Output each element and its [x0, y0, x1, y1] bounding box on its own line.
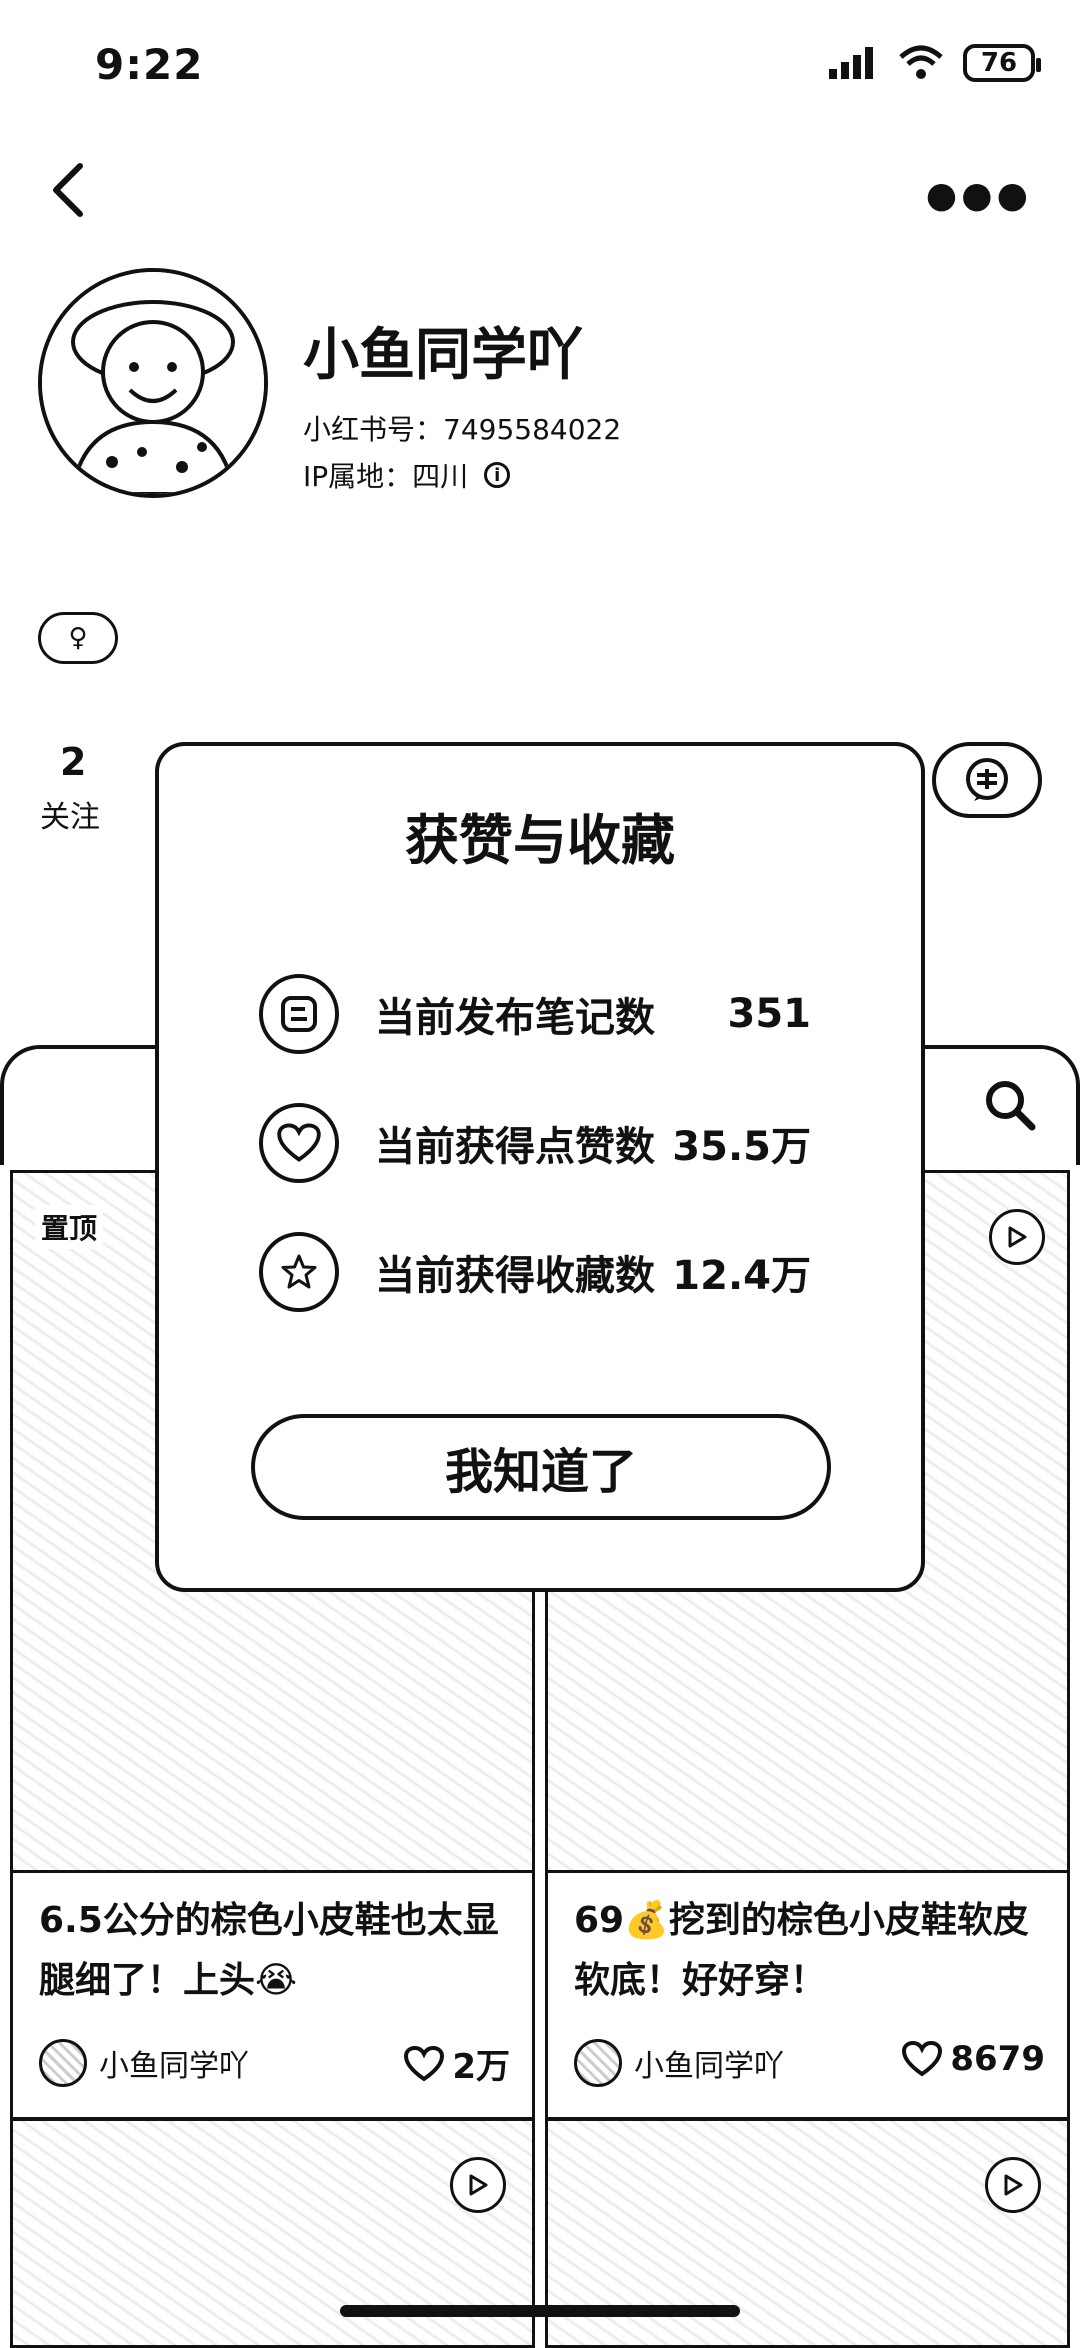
star-icon — [259, 1232, 339, 1312]
wifi-icon — [899, 45, 943, 79]
stat-label: 当前获得收藏数 — [375, 1253, 655, 1299]
heart-icon — [902, 2041, 943, 2077]
author-avatar — [574, 2039, 622, 2087]
pinned-tag: 置顶 — [35, 1205, 104, 1249]
note-icon — [259, 974, 339, 1054]
status-icons: 76 — [827, 44, 1041, 82]
stat-value: 351 — [727, 991, 812, 1037]
like-count: 8679 — [950, 2039, 1045, 2079]
stat-value: 35.5万 — [672, 1124, 811, 1170]
dialog-title: 获赞与收藏 — [405, 809, 675, 872]
like-count: 2万 — [452, 2047, 510, 2087]
status-time: 9:22 — [95, 40, 204, 89]
stat-value: 12.4万 — [672, 1253, 811, 1299]
following-count[interactable]: 2 — [60, 740, 86, 784]
battery-level: 76 — [980, 48, 1018, 78]
author-name: 小鱼同学吖 — [634, 2049, 784, 2084]
info-icon[interactable]: i — [484, 462, 511, 488]
author-avatar — [39, 2039, 87, 2087]
author-name: 小鱼同学吖 — [99, 2049, 249, 2084]
nickname: 小鱼同学吖 — [303, 323, 583, 388]
video-play-icon — [989, 1209, 1045, 1265]
gender-tag: ♀ — [38, 612, 118, 664]
battery-icon: 76 — [963, 44, 1041, 82]
like-button[interactable]: 2万 — [404, 2039, 510, 2088]
home-indicator[interactable] — [340, 2305, 740, 2317]
ip-label: IP属地：四川 — [303, 460, 469, 493]
note-author[interactable]: 小鱼同学吖 — [39, 2039, 249, 2087]
heart-icon — [404, 2045, 445, 2081]
stat-collections: 当前获得收藏数 12.4万 — [259, 1232, 811, 1312]
note-author[interactable]: 小鱼同学吖 — [574, 2039, 784, 2087]
video-play-icon — [985, 2157, 1041, 2213]
signal-icon — [829, 47, 873, 79]
search-button[interactable] — [980, 1075, 1040, 1135]
likes-and-collections-dialog: 获赞与收藏 当前发布笔记数 351 当前获得点赞数 35.5万 当前获得收藏数 … — [155, 742, 925, 1592]
note-title: 69💰挖到的棕色小皮鞋软皮软底！好好穿！ — [574, 1900, 1029, 2001]
stat-notes: 当前发布笔记数 351 — [259, 974, 811, 1054]
ip-location: IP属地：四川 i — [303, 455, 511, 495]
stat-label: 当前获得点赞数 — [375, 1124, 655, 1170]
like-button[interactable]: 8679 — [902, 2039, 1045, 2079]
avatar-image — [42, 272, 264, 494]
female-icon: ♀ — [68, 623, 88, 653]
avatar[interactable] — [38, 268, 268, 498]
more-options-button[interactable]: ●●● — [926, 175, 1032, 216]
chat-button[interactable] — [932, 742, 1042, 818]
got-it-button[interactable]: 我知道了 — [251, 1414, 831, 1520]
stat-label: 当前发布笔记数 — [375, 995, 655, 1041]
heart-icon — [259, 1103, 339, 1183]
chat-icon — [966, 758, 1008, 801]
note-title: 6.5公分的棕色小皮鞋也太显腿细了！上头😭 — [39, 1900, 499, 2001]
video-play-icon — [450, 2157, 506, 2213]
back-button[interactable] — [48, 160, 88, 220]
stat-likes: 当前获得点赞数 35.5万 — [259, 1103, 811, 1183]
following-label[interactable]: 关注 — [40, 792, 100, 836]
red-id: 小红书号：7495584022 — [303, 413, 622, 446]
